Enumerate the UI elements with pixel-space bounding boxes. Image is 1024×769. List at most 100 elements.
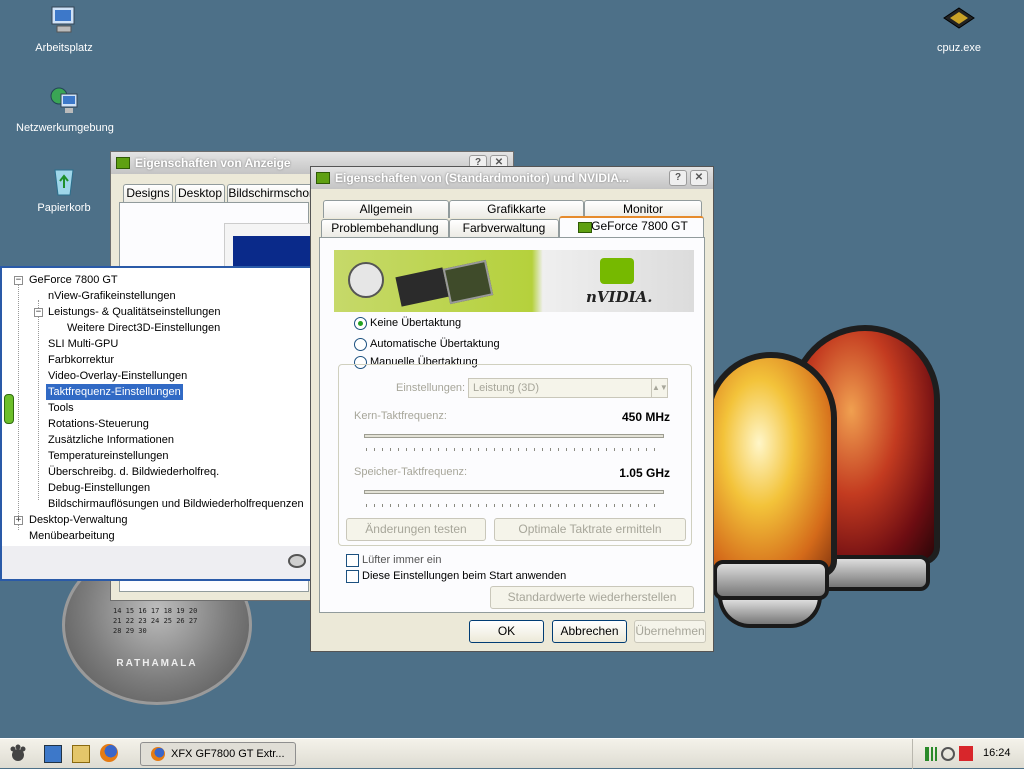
tab-screensaver[interactable]: Bildschirmschon: [227, 184, 317, 202]
nvidia-icon: [316, 172, 330, 184]
tree-item-debug[interactable]: Debug-Einstellungen: [48, 480, 150, 496]
tree-item-sli[interactable]: SLI Multi-GPU: [48, 336, 118, 352]
widget-brand: RATHAMALA: [116, 658, 198, 669]
tree-item-clock-settings[interactable]: Taktfrequenz-Einstellungen: [46, 384, 183, 400]
calendar-row: 28 29 30: [113, 627, 147, 635]
tree-item-tools[interactable]: Tools: [48, 400, 74, 416]
window-title: Eigenschaften von Anzeige: [135, 156, 291, 170]
tree-item-color-correction[interactable]: Farbkorrektur: [48, 352, 114, 368]
tree-item-performance[interactable]: Leistungs- & Qualitätseinstellungen: [48, 304, 220, 320]
system-tray: 16:24: [912, 739, 1024, 769]
apply-button[interactable]: Übernehmen: [634, 620, 706, 643]
start-icon[interactable]: [8, 744, 28, 764]
tree-item-resolutions[interactable]: Bildschirmauflösungen und Bildwiederholf…: [48, 496, 304, 512]
nvidia-tray-icon[interactable]: [941, 747, 955, 761]
network-places-icon: [47, 84, 81, 118]
checkbox-label: Lüfter immer ein: [362, 554, 442, 566]
firefox-icon[interactable]: [100, 744, 118, 762]
taskbar-task-button[interactable]: XFX GF7800 GT Extr...: [140, 742, 296, 766]
cpu-chip-icon: [442, 259, 494, 305]
monitor-preview-screen: [233, 236, 313, 270]
decorative-yellow-bulb-base: [713, 560, 829, 600]
tab-geforce-label: GeForce 7800 GT: [591, 219, 688, 233]
tree-item-rotation[interactable]: Rotations-Steuerung: [48, 416, 149, 432]
cpu-chip-icon: [942, 4, 976, 38]
cancel-button[interactable]: Abbrechen: [552, 620, 627, 643]
close-button[interactable]: ✕: [690, 170, 708, 186]
folder-icon[interactable]: [72, 745, 90, 763]
dropdown-arrow-icon[interactable]: ▲▼: [651, 379, 668, 397]
desktop-icon-cpuz[interactable]: cpuz.exe: [911, 4, 1007, 54]
tree-item-additional-info[interactable]: Zusätzliche Informationen: [48, 432, 174, 448]
taskbar: XFX GF7800 GT Extr... 16:24: [0, 738, 1024, 769]
radio-auto-overclock[interactable]: [354, 338, 367, 351]
expand-icon[interactable]: +: [14, 516, 23, 525]
geforce-tab-panel: nVIDIA. Keine Übertaktung Automatische Ü…: [319, 237, 705, 613]
recycle-bin-icon: [47, 164, 81, 198]
nvidia-icon: [578, 222, 592, 233]
desktop-icon-label: cpuz.exe: [936, 42, 982, 54]
calendar-grid: 14 15 16 17 18 19 20 21 22 23 24 25 26 2…: [113, 606, 213, 636]
memory-clock-value: 1.05 GHz: [619, 466, 670, 480]
memory-clock-slider[interactable]: [364, 490, 664, 494]
tree-line: [18, 284, 19, 530]
settings-dropdown[interactable]: Leistung (3D) ▲▼: [468, 378, 668, 398]
tab-geforce[interactable]: GeForce 7800 GT: [559, 216, 704, 237]
tree-line: [38, 300, 39, 500]
fan-always-on-checkbox[interactable]: [346, 554, 359, 567]
desktop-icon-papierkorb[interactable]: Papierkorb: [16, 164, 112, 214]
tab-desktop[interactable]: Desktop: [175, 184, 225, 202]
desktop-icon-label: Netzwerkumgebung: [16, 122, 114, 134]
tab-designs[interactable]: Designs: [123, 184, 173, 202]
core-clock-ticks: [366, 448, 662, 451]
tab-problembehandlung[interactable]: Problembehandlung: [321, 219, 449, 237]
monitor-properties-window[interactable]: Eigenschaften von (Standardmonitor) und …: [310, 166, 714, 652]
restore-defaults-button[interactable]: Standardwerte wiederherstellen: [490, 586, 694, 609]
tray-clock[interactable]: 16:24: [983, 747, 1011, 759]
radio-label: Keine Übertaktung: [370, 317, 462, 329]
monitor-properties-titlebar[interactable]: Eigenschaften von (Standardmonitor) und …: [311, 167, 713, 189]
desktop-icon-label: Papierkorb: [37, 202, 91, 214]
tree-item-menu-editing[interactable]: Menübearbeitung: [29, 528, 115, 544]
tree-item-nview[interactable]: nView-Grafikeinstellungen: [48, 288, 176, 304]
desktop-icon[interactable]: [44, 745, 62, 763]
taskbar-task-label: XFX GF7800 GT Extr...: [171, 748, 285, 760]
collapse-icon[interactable]: −: [14, 276, 23, 285]
settings-label: Einstellungen:: [396, 382, 466, 394]
optimal-clock-button[interactable]: Optimale Taktrate ermitteln: [494, 518, 686, 541]
antivirus-icon[interactable]: [959, 746, 973, 761]
nvidia-wordmark: nVIDIA.: [586, 288, 653, 306]
tab-allgemein[interactable]: Allgemein: [323, 200, 449, 218]
core-clock-label: Kern-Taktfrequenz:: [354, 410, 447, 422]
memory-clock-ticks: [366, 504, 662, 507]
ok-button[interactable]: OK: [469, 620, 544, 643]
desktop-icon-network[interactable]: Netzwerkumgebung: [16, 84, 114, 134]
tree-item-geforce[interactable]: GeForce 7800 GT: [29, 272, 118, 288]
firefox-icon: [151, 747, 165, 761]
tree-item-temperature[interactable]: Temperatureinstellungen: [48, 448, 168, 464]
signal-icon[interactable]: [925, 747, 937, 761]
desktop-icon-arbeitsplatz[interactable]: Arbeitsplatz: [16, 4, 112, 54]
tab-farbverwaltung[interactable]: Farbverwaltung: [449, 219, 559, 237]
nvidia-settings-tree[interactable]: − GeForce 7800 GT nView-Grafikeinstellun…: [0, 266, 322, 581]
tree-item-refresh-override[interactable]: Überschreibg. d. Bildwiederholfreq.: [48, 464, 219, 480]
nvidia-eye-logo-icon: [600, 258, 634, 284]
checkbox-label: Diese Einstellungen beim Start anwenden: [362, 570, 567, 582]
window-title: Eigenschaften von (Standardmonitor) und …: [335, 171, 630, 185]
apply-on-startup-checkbox[interactable]: [346, 570, 359, 583]
radio-no-overclock[interactable]: [354, 317, 367, 330]
core-clock-value: 450 MHz: [621, 410, 670, 424]
tree-item-direct3d[interactable]: Weitere Direct3D-Einstellungen: [67, 320, 220, 336]
tree-item-video-overlay[interactable]: Video-Overlay-Einstellungen: [48, 368, 187, 384]
core-clock-slider[interactable]: [364, 434, 664, 438]
test-changes-button[interactable]: Änderungen testen: [346, 518, 486, 541]
tree-item-desktop-management[interactable]: Desktop-Verwaltung: [29, 512, 127, 528]
display-icon: [116, 157, 130, 169]
collapse-icon[interactable]: −: [34, 308, 43, 317]
calendar-row: 21 22 23 24 25 26 27: [113, 617, 198, 625]
sidebar-grip-handle[interactable]: [4, 394, 14, 424]
nvidia-eye-icon: [288, 554, 306, 568]
calendar-row: 14 15 16 17 18 19 20: [113, 607, 198, 615]
help-button[interactable]: ?: [669, 170, 687, 186]
memory-clock-label: Speicher-Taktfrequenz:: [354, 466, 468, 478]
